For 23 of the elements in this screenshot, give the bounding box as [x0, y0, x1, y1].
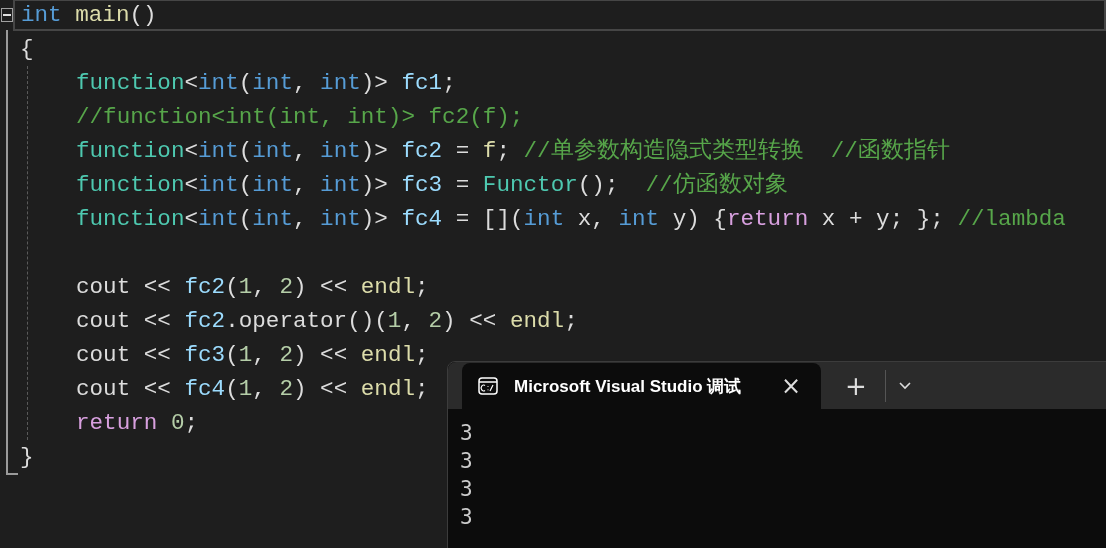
- collapse-icon[interactable]: [1, 8, 13, 22]
- code-line: cout << fc4(1, 2) << endl;: [76, 375, 429, 404]
- tab-title: Microsoft Visual Studio 调试: [514, 375, 743, 398]
- code-line: return 0;: [76, 409, 199, 438]
- code-line: function<int(int, int)> fc4 = [](int x, int y) {return x + y; }; //lambda: [76, 205, 1066, 234]
- code-line: }: [20, 443, 34, 472]
- output-line: 3: [460, 448, 473, 475]
- terminal-icon: [478, 377, 498, 395]
- terminal-tab[interactable]: Microsoft Visual Studio 调试 ×: [462, 363, 821, 409]
- new-tab-button[interactable]: +: [839, 372, 873, 399]
- code-line: function<int(int, int)> fc1;: [76, 69, 456, 98]
- output-line: 3: [460, 476, 473, 503]
- chevron-down-icon[interactable]: [897, 380, 912, 391]
- close-button[interactable]: ×: [780, 374, 801, 398]
- code-line: cout << fc2.operator()(1, 2) << endl;: [76, 307, 578, 336]
- code-line: cout << fc3(1, 2) << endl;: [76, 341, 429, 370]
- code-line: {: [20, 35, 34, 64]
- output-line: 3: [460, 504, 473, 531]
- code-line: function<int(int, int)> fc3 = Functor(); //仿函数对象: [76, 171, 788, 200]
- code-line: function<int(int, int)> fc2 = f; //单参数构造隐式类型转换 //函数指针: [76, 137, 950, 166]
- code-line: cout << fc2(1, 2) << endl;: [76, 273, 429, 302]
- code-line: //function<int(int, int)> fc2(f);: [76, 103, 524, 132]
- output-line: 3: [460, 420, 473, 447]
